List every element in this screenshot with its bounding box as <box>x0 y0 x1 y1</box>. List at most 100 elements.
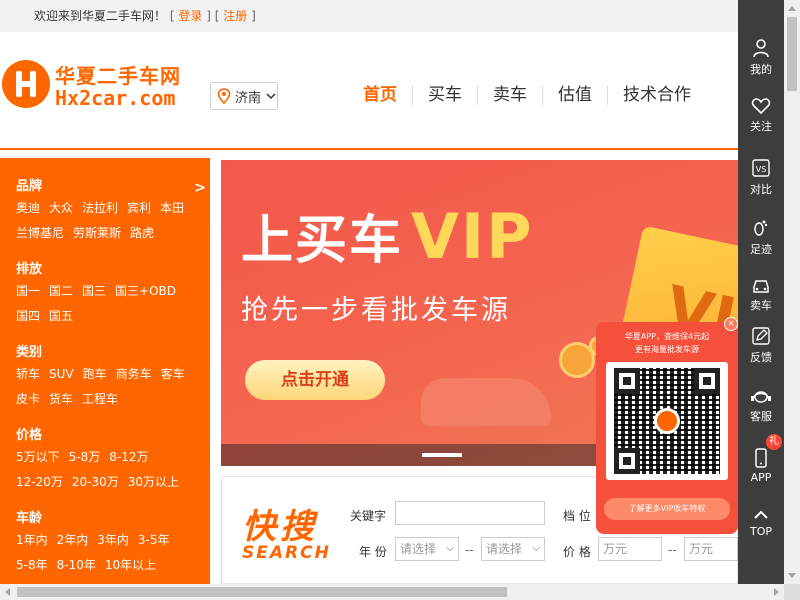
category-link[interactable]: 皮卡 <box>16 392 40 406</box>
quick-search-title: 快搜 <box>242 507 318 547</box>
category-link[interactable]: 5-8万 <box>69 450 101 464</box>
open-vip-button[interactable]: 点击开通 <box>245 360 385 400</box>
category-link[interactable]: 商务车 <box>116 367 152 381</box>
category-link[interactable]: 8-10年 <box>57 558 96 572</box>
category-link[interactable]: 货车 <box>49 392 73 406</box>
year-label: 年 份 <box>359 545 387 559</box>
category-link[interactable]: 客车 <box>161 367 185 381</box>
category-link[interactable]: 2年内 <box>57 533 89 547</box>
vip-privilege-button[interactable]: 了解更多VIP收车特权 <box>604 498 730 520</box>
logo-icon[interactable] <box>2 60 50 108</box>
user-icon <box>753 39 769 58</box>
nav-valuation[interactable]: 估值 <box>543 84 607 106</box>
year-range-dash: -- <box>465 543 474 557</box>
category-link[interactable]: 1年内 <box>16 533 48 547</box>
nav-home[interactable]: 首页 <box>348 84 412 106</box>
vs-icon: VS <box>752 159 770 177</box>
toolbar-service[interactable]: 客服 <box>738 387 784 424</box>
category-brand: 品牌 奥迪 大众 法拉利 宾利 本田 兰博基尼 劳斯莱斯 路虎 <box>16 178 206 246</box>
category-link[interactable]: 路虎 <box>130 226 154 240</box>
category-link[interactable]: 奥迪 <box>16 201 40 215</box>
toolbar-sell-car[interactable]: 卖车 <box>738 278 784 313</box>
scroll-down-arrow-icon[interactable] <box>788 573 796 578</box>
city-name: 济南 <box>235 90 262 106</box>
category-link[interactable]: 劳斯莱斯 <box>73 226 121 240</box>
category-link[interactable]: 5万以下 <box>16 450 60 464</box>
nav-sell[interactable]: 卖车 <box>478 84 542 106</box>
vertical-scroll-thumb[interactable] <box>787 17 797 91</box>
category-link[interactable]: 国二 <box>49 284 73 298</box>
vertical-scrollbar[interactable] <box>784 0 800 584</box>
keyword-input[interactable] <box>395 501 545 525</box>
edit-icon <box>752 327 770 345</box>
category-link[interactable]: 12-20万 <box>16 475 63 489</box>
top-bar: 欢迎来到华夏二手车网！ [ 登录 ] [ 注册 ] <box>0 0 738 32</box>
headset-icon <box>751 391 771 403</box>
logo-cn-text[interactable]: 华夏二手车网 <box>55 60 181 89</box>
category-link[interactable]: 国一 <box>16 284 40 298</box>
category-title[interactable]: 排放 <box>16 261 206 279</box>
toolbar-my[interactable]: 我的 <box>738 38 784 77</box>
toolbar-app[interactable]: APP <box>738 448 784 484</box>
category-price: 价格 5万以下 5-8万 8-12万 12-20万 20-30万 30万以上 <box>16 427 206 495</box>
category-title[interactable]: 价格 <box>16 427 206 445</box>
gear-label: 档 位 <box>563 509 591 523</box>
scrollbar-corner <box>784 584 800 600</box>
chevron-up-icon <box>754 510 768 519</box>
category-link[interactable]: 3-5年 <box>138 533 170 547</box>
category-link[interactable]: 国三 <box>82 284 106 298</box>
price-to-input[interactable]: 万元 <box>684 537 738 561</box>
category-link[interactable]: 国五 <box>49 309 73 323</box>
price-from-input[interactable]: 万元 <box>598 537 662 561</box>
chevron-down-icon: ⌵ <box>446 543 454 554</box>
category-link[interactable]: 8-12万 <box>109 450 148 464</box>
category-link[interactable]: 5-8年 <box>16 558 48 572</box>
category-link[interactable]: 宾利 <box>127 201 151 215</box>
category-link[interactable]: SUV <box>49 367 74 381</box>
category-link[interactable]: 20-30万 <box>72 475 119 489</box>
register-link[interactable]: 注册 <box>223 9 247 23</box>
category-link[interactable]: 30万以上 <box>128 475 179 489</box>
nav-buy[interactable]: 买车 <box>413 84 477 106</box>
category-title[interactable]: 类别 <box>16 344 206 362</box>
scroll-left-arrow-icon[interactable] <box>5 588 10 596</box>
toolbar-feedback[interactable]: 反馈 <box>738 326 784 365</box>
category-link[interactable]: 国四 <box>16 309 40 323</box>
close-icon[interactable]: × <box>724 317 738 331</box>
year-from-select[interactable]: 请选择 ⌵ <box>395 537 459 561</box>
logo-en-text[interactable]: Hx2car.com <box>55 86 175 110</box>
toolbar-footprint[interactable]: 足迹 <box>738 218 784 257</box>
category-title[interactable]: 品牌 <box>16 178 206 196</box>
category-link[interactable]: 法拉利 <box>82 201 118 215</box>
toolbar-compare[interactable]: VS 对比 <box>738 158 784 197</box>
toolbar-follow[interactable]: 关注 <box>738 97 784 134</box>
carousel-indicator[interactable] <box>422 453 462 457</box>
category-link[interactable]: 轿车 <box>16 367 40 381</box>
category-title[interactable]: 车龄 <box>16 510 206 528</box>
category-type: 类别 轿车 SUV 跑车 商务车 客车 皮卡 货车 工程车 <box>16 344 206 412</box>
qr-popup-header: 华夏APP，查维保4元起 更有海量批发车源 <box>624 332 710 354</box>
category-link[interactable]: 本田 <box>160 201 184 215</box>
city-selector[interactable]: 济南 <box>210 82 278 110</box>
toolbar-top[interactable]: TOP <box>738 508 784 538</box>
scroll-right-arrow-icon[interactable] <box>774 588 779 596</box>
login-link[interactable]: 登录 <box>178 9 202 23</box>
category-emission: 排放 国一 国二 国三 国三+OBD 国四 国五 <box>16 261 206 329</box>
category-link[interactable]: 兰博基尼 <box>16 226 64 240</box>
scroll-up-arrow-icon[interactable] <box>788 6 796 11</box>
category-link[interactable]: 跑车 <box>83 367 107 381</box>
category-link[interactable]: 工程车 <box>82 392 118 406</box>
category-link[interactable]: 国三+OBD <box>115 284 176 298</box>
quick-search-subtitle: SEARCH <box>242 543 331 563</box>
right-toolbar: 我的 关注 VS 对比 足迹 卖车 反馈 客服 礼 APP TOP <box>738 0 784 584</box>
category-link[interactable]: 3年内 <box>97 533 129 547</box>
horizontal-scroll-thumb[interactable] <box>17 587 507 597</box>
nav-tech-cooperation[interactable]: 技术合作 <box>608 84 706 106</box>
main-nav: 首页 买车 卖车 估值 技术合作 <box>348 82 706 108</box>
heart-icon <box>751 98 771 115</box>
category-link[interactable]: 10年以上 <box>105 558 156 572</box>
price-range-dash: -- <box>668 543 677 557</box>
horizontal-scrollbar[interactable] <box>0 584 784 600</box>
year-to-select[interactable]: 请选择 ⌵ <box>481 537 545 561</box>
category-link[interactable]: 大众 <box>49 201 73 215</box>
